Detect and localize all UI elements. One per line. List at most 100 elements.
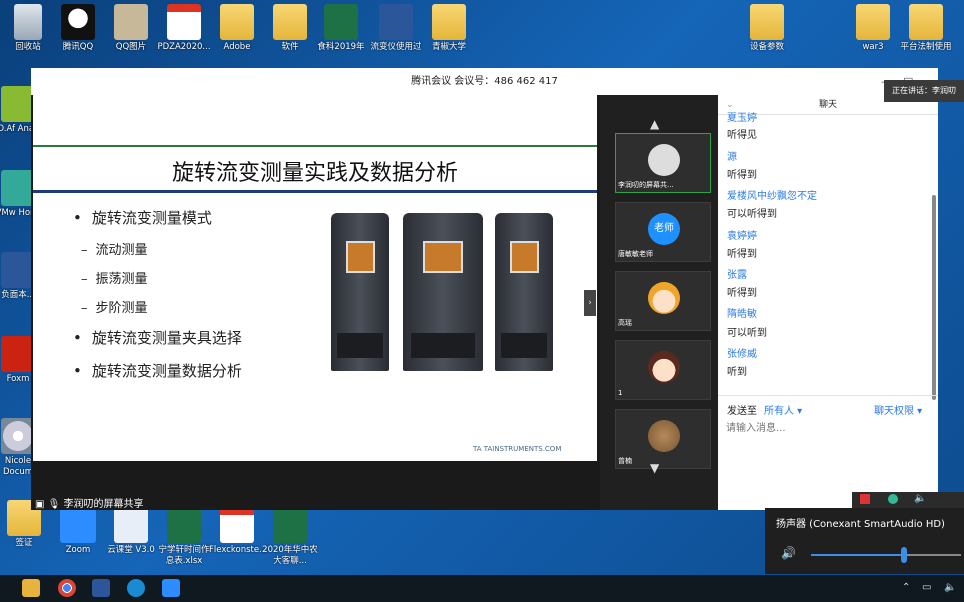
chevron-up-icon[interactable]: ⌃ xyxy=(902,582,910,593)
chrome-icon[interactable] xyxy=(58,579,76,597)
chat-composer: 发送至 所有人 ▾ 聊天权限 ▾ xyxy=(718,395,938,436)
word-icon xyxy=(1,252,35,288)
tencent-meeting-icon[interactable] xyxy=(162,579,180,597)
folder-icon xyxy=(273,4,307,40)
tray-app-icon[interactable] xyxy=(860,494,870,504)
speaker-icon[interactable]: 🔈 xyxy=(914,493,926,504)
volume-slider[interactable] xyxy=(811,547,961,563)
participant-strip: ▲ 李润叨的屏幕共... 老师 唐敏敏老师 高瑶 1 曾楠 ▼ xyxy=(600,95,718,510)
speaker-icon[interactable]: 🔊 xyxy=(781,546,796,560)
app-icon xyxy=(1,86,35,122)
sub-bullet-1: 流动测量 xyxy=(81,239,148,258)
pdf-icon xyxy=(220,507,254,543)
chat-message: 听得到 xyxy=(727,288,757,299)
desktop-icon-rheometer-doc[interactable]: 流变仪使用过 xyxy=(368,4,424,53)
foxmail-icon xyxy=(1,336,35,372)
audio-device-name: 扬声器 (Conexant SmartAudio HD) xyxy=(776,519,945,530)
vmware-icon xyxy=(1,170,35,206)
chat-sender: 张露 xyxy=(727,270,747,281)
taskbar: ⌃ ▭ 🔈 xyxy=(0,575,964,602)
chat-scrollbar[interactable] xyxy=(932,195,936,400)
desktop-icon-platform[interactable]: 平台法制使用 xyxy=(898,4,954,53)
desktop-icon-recycle-bin[interactable]: 回收站 xyxy=(0,4,56,53)
desktop-icon-2020-xls[interactable]: 2020年华中农大客聊... xyxy=(262,507,318,567)
bullet-3: 旋转流变测量数据分析 xyxy=(73,360,242,381)
collapse-panel-button[interactable]: › xyxy=(584,290,596,316)
sub-bullet-2: 振荡测量 xyxy=(81,268,148,287)
desktop-icon-device-params[interactable]: 设备参数 xyxy=(739,4,795,53)
share-icon: ▣ xyxy=(35,499,48,510)
meeting-titlebar: 腾讯会议 会议号：486 462 417 – □ xyxy=(31,68,938,95)
chat-message: 听到 xyxy=(727,367,747,378)
tray-app-icon[interactable] xyxy=(888,494,898,504)
desktop-icon-war3[interactable]: war3 xyxy=(845,4,901,53)
desktop-icon-qq[interactable]: 腾讯QQ xyxy=(50,4,106,53)
participant-tile[interactable]: 老师 唐敏敏老师 xyxy=(615,202,711,262)
egg-avatar xyxy=(648,420,680,452)
desktop-icon-qingjiao[interactable]: 青椒大学 xyxy=(421,4,477,53)
cartoon-girl-avatar xyxy=(648,282,680,314)
desktop-icon-flexckonste[interactable]: Flexckonste... xyxy=(209,507,267,556)
sub-bullet-3: 步阶测量 xyxy=(81,297,148,316)
desktop-icon-pdza[interactable]: PDZA2020... xyxy=(156,4,212,53)
chat-permission-dropdown[interactable]: 聊天权限 ▾ xyxy=(874,402,922,417)
chat-panel: ⌄ 聊天 夏玉婷 听得见 源 听得到 爱楼风中纱飘忽不定 可以听得到 袁婷婷 听… xyxy=(718,95,938,510)
chat-sender: 袁婷婷 xyxy=(727,231,757,242)
desktop-icon-zoom[interactable]: Zoom xyxy=(50,507,106,556)
volume-popup: 扬声器 (Conexant SmartAudio HD) 🔊 xyxy=(765,508,964,574)
ta-logo: TA TAINSTRUMENTS.COM xyxy=(473,445,562,453)
word-icon xyxy=(379,4,413,40)
folder-icon xyxy=(909,4,943,40)
chat-sender: 源 xyxy=(727,152,737,163)
meeting-window: 腾讯会议 会议号：486 462 417 – □ 旋转流变测量实践及数据分析 旋… xyxy=(31,68,938,510)
desktop-icon-schedule-xlsx[interactable]: 宁学轩时间作息表.xlsx xyxy=(156,507,212,567)
chat-sender: 夏玉婷 xyxy=(727,113,757,124)
speaker-icon[interactable]: 🔈 xyxy=(944,582,956,593)
chat-message: 可以听到 xyxy=(727,328,767,339)
chat-message: 听得见 xyxy=(727,130,757,141)
file-explorer-icon[interactable] xyxy=(22,579,40,597)
desktop-icon-software[interactable]: 软件 xyxy=(262,4,318,53)
participant-tile[interactable]: 曾楠 xyxy=(615,409,711,469)
folder-icon xyxy=(220,4,254,40)
word-icon[interactable] xyxy=(92,579,110,597)
mic-icon: 🎙 xyxy=(47,499,61,510)
scroll-up-icon[interactable]: ▲ xyxy=(650,117,659,131)
send-to-dropdown[interactable]: 所有人 ▾ xyxy=(764,402,802,417)
desktop-icon-shike[interactable]: 食科2019年 xyxy=(313,4,369,53)
participant-tile[interactable]: 高瑶 xyxy=(615,271,711,331)
speaking-tooltip: 正在讲话：李润叨 xyxy=(884,80,964,102)
desktop-icon-adobe[interactable]: Adobe xyxy=(209,4,265,53)
disc-icon xyxy=(1,418,35,454)
zoom-icon xyxy=(60,507,96,543)
shared-slide: 旋转流变测量实践及数据分析 旋转流变测量模式 流动测量 振荡测量 步阶测量 旋转… xyxy=(33,95,597,461)
desktop-icon-qq-pictures[interactable]: QQ图片 xyxy=(103,4,159,53)
volume-thumb[interactable] xyxy=(901,547,907,563)
bullet-1: 旋转流变测量模式 xyxy=(73,207,212,228)
document-icon xyxy=(114,4,148,40)
chat-input[interactable] xyxy=(726,420,926,436)
cartoon-girl-avatar xyxy=(648,351,680,383)
scroll-down-icon[interactable]: ▼ xyxy=(650,461,659,475)
internet-explorer-icon[interactable] xyxy=(127,579,145,597)
folder-icon xyxy=(432,4,466,40)
folder-icon xyxy=(750,4,784,40)
send-to-label: 发送至 xyxy=(727,406,757,417)
chat-sender: 爱楼风中纱飘忽不定 xyxy=(727,191,817,202)
chat-sender: 隋皓敏 xyxy=(727,309,757,320)
teacher-avatar: 老师 xyxy=(648,213,680,245)
desktop-icon-cloud-class[interactable]: 云课堂 V3.0 xyxy=(103,507,159,556)
network-icon[interactable]: ▭ xyxy=(922,582,931,593)
screen-share-label: ▣ 🎙 李润叨的屏幕共享 xyxy=(35,499,144,510)
meeting-title: 腾讯会议 会议号：486 462 417 xyxy=(411,76,558,87)
pdf-icon xyxy=(167,4,201,40)
participant-tile[interactable]: 李润叨的屏幕共... xyxy=(615,133,711,193)
volume-fill xyxy=(811,554,904,556)
tray-overflow: 🔈 xyxy=(852,492,964,508)
desktop: { "desktop": { "icons_top": [ {"label": … xyxy=(0,0,964,602)
slide-title-band: 旋转流变测量实践及数据分析 xyxy=(33,145,597,193)
participant-tile[interactable]: 1 xyxy=(615,340,711,400)
chat-message: 听得到 xyxy=(727,249,757,260)
chat-message: 听得到 xyxy=(727,170,757,181)
rheometer-center xyxy=(403,213,483,371)
